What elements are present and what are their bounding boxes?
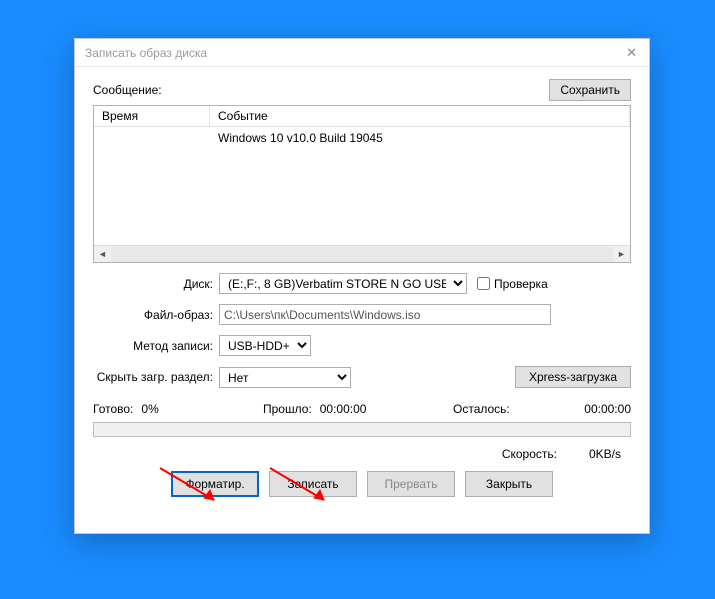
titlebar[interactable]: Записать образ диска ✕ xyxy=(75,39,649,67)
write-method-select[interactable]: USB-HDD+ xyxy=(219,335,311,356)
scroll-left-icon[interactable]: ◄ xyxy=(94,247,111,262)
ready-value: 0% xyxy=(141,402,158,416)
disk-label: Диск: xyxy=(93,277,219,291)
window-title: Записать образ диска xyxy=(83,46,622,60)
list-item: Windows 10 v10.0 Build 19045 xyxy=(218,131,622,145)
remain-value: 00:00:00 xyxy=(584,402,631,416)
progress-bar xyxy=(93,422,631,437)
verify-checkbox-wrap[interactable]: Проверка xyxy=(477,277,548,291)
messages-list[interactable]: Время Событие Windows 10 v10.0 Build 190… xyxy=(93,105,631,263)
list-header: Время Событие xyxy=(94,106,630,127)
close-button[interactable]: Закрыть xyxy=(465,471,553,497)
file-label: Файл-образ: xyxy=(93,308,219,322)
hide-label: Скрыть загр. раздел: xyxy=(93,370,219,384)
close-icon[interactable]: ✕ xyxy=(622,45,641,61)
dialog-window: Записать образ диска ✕ Сообщение: Сохран… xyxy=(74,38,650,534)
xpress-boot-button[interactable]: Xpress-загрузка xyxy=(515,366,631,388)
remain-label: Осталось: xyxy=(453,402,510,416)
elapsed-label: Прошло: xyxy=(263,402,312,416)
speed-value: 0KB/s xyxy=(589,447,621,461)
col-event-header[interactable]: Событие xyxy=(210,106,630,126)
write-button[interactable]: Записать xyxy=(269,471,357,497)
format-button[interactable]: Форматир. xyxy=(171,471,259,497)
save-button[interactable]: Сохранить xyxy=(549,79,631,101)
abort-button[interactable]: Прервать xyxy=(367,471,455,497)
hide-partition-select[interactable]: Нет xyxy=(219,367,351,388)
scroll-right-icon[interactable]: ► xyxy=(613,247,630,262)
verify-label: Проверка xyxy=(494,277,548,291)
method-label: Метод записи: xyxy=(93,339,219,353)
file-input[interactable] xyxy=(219,304,551,325)
content-area: Сообщение: Сохранить Время Событие Windo… xyxy=(75,67,649,511)
scroll-track[interactable] xyxy=(111,247,613,262)
elapsed-value: 00:00:00 xyxy=(320,402,367,416)
col-time-header[interactable]: Время xyxy=(94,106,210,126)
ready-label: Готово: xyxy=(93,402,133,416)
horizontal-scrollbar[interactable]: ◄ ► xyxy=(94,245,630,262)
verify-checkbox[interactable] xyxy=(477,277,490,290)
messages-label: Сообщение: xyxy=(93,83,549,97)
disk-select[interactable]: (E:,F:, 8 GB)Verbatim STORE N GO USB Dev… xyxy=(219,273,467,294)
speed-label: Скорость: xyxy=(502,447,557,461)
